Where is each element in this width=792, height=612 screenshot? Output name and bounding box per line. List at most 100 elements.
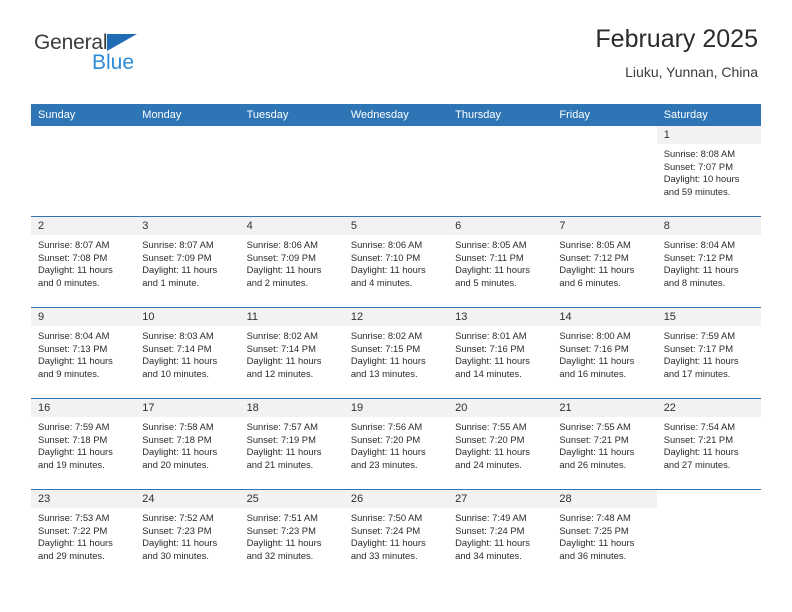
day-number: 16 <box>31 399 136 417</box>
day-number: 2 <box>31 217 136 235</box>
sunset-text: Sunset: 7:19 PM <box>246 433 316 445</box>
sunrise-text: Sunrise: 8:04 AM <box>663 239 736 250</box>
daylight-text-line2: and 16 minutes. <box>559 367 627 379</box>
day-cell-inner <box>657 490 761 580</box>
daylight-text-line2: and 20 minutes. <box>142 458 209 470</box>
weekday-header-sunday: Sunday <box>31 104 136 126</box>
calendar-day-cell[interactable]: 19 Sunrise: 7:56 AM Sunset: 7:20 PM Dayligh… <box>343 398 449 490</box>
daylight-text-line2: and 29 minutes. <box>38 549 105 561</box>
calendar-day-cell[interactable]: 25 Sunrise: 7:51 AM Sunset: 7:23 PM Dayligh… <box>239 489 344 580</box>
calendar-day-cell[interactable]: 2 Sunrise: 8:07 AM Sunset: 7:08 PM Daylight… <box>31 216 136 308</box>
day-number: 9 <box>31 308 136 326</box>
day-cell-inner: 16 Sunrise: 7:59 AM Sunset: 7:18 PM Dayligh… <box>31 399 136 489</box>
day-number: 19 <box>343 399 449 417</box>
day-number: 12 <box>343 308 449 326</box>
general-blue-logo[interactable]: General Blue <box>34 30 164 78</box>
calendar-day-cell[interactable]: 5 Sunrise: 8:06 AM Sunset: 7:10 PM Daylight… <box>343 216 449 308</box>
calendar-day-cell[interactable]: 20 Sunrise: 7:55 AM Sunset: 7:20 PM Dayligh… <box>448 398 553 490</box>
day-details: Sunrise: 7:56 AM Sunset: 7:20 PM Daylight:… <box>344 417 448 471</box>
day-details: Sunrise: 7:49 AM Sunset: 7:24 PM Daylight:… <box>448 508 552 562</box>
calendar-day-cell[interactable]: 26 Sunrise: 7:50 AM Sunset: 7:24 PM Dayligh… <box>343 489 449 580</box>
daylight-text-line1: Daylight: 11 hours <box>350 264 426 276</box>
calendar-day-cell[interactable]: 23 Sunrise: 7:53 AM Sunset: 7:22 PM Dayligh… <box>31 489 136 580</box>
calendar-day-cell[interactable]: 24 Sunrise: 7:52 AM Sunset: 7:23 PM Dayligh… <box>135 489 240 580</box>
calendar-day-cell[interactable]: 21 Sunrise: 7:55 AM Sunset: 7:21 PM Dayligh… <box>552 398 657 490</box>
calendar-day-cell[interactable]: 13 Sunrise: 8:01 AM Sunset: 7:16 PM Dayligh… <box>448 307 553 399</box>
page-header: General Blue February 2025 Liuku, Yunnan… <box>0 0 792 100</box>
calendar-day-cell[interactable]: 17 Sunrise: 7:58 AM Sunset: 7:18 PM Dayligh… <box>135 398 240 490</box>
daylight-text-line2: and 27 minutes. <box>663 458 731 470</box>
daylight-text-line1: Daylight: 11 hours <box>350 537 426 549</box>
day-number <box>448 126 552 144</box>
sunset-text: Sunset: 7:24 PM <box>350 524 421 536</box>
sunset-text: Sunset: 7:21 PM <box>663 433 733 445</box>
calendar-day-cell[interactable]: 12 Sunrise: 8:02 AM Sunset: 7:15 PM Dayligh… <box>343 307 449 399</box>
daylight-text-line2: and 34 minutes. <box>455 549 522 561</box>
sunrise-text: Sunrise: 8:06 AM <box>350 239 423 250</box>
daylight-text-line1: Daylight: 11 hours <box>142 264 218 276</box>
daylight-text-line2: and 32 minutes. <box>246 549 314 561</box>
weekday-header-row: Sunday Monday Tuesday Wednesday Thursday… <box>31 104 761 126</box>
day-number: 27 <box>448 490 553 508</box>
day-number: 1 <box>656 126 761 144</box>
daylight-text-line1: Daylight: 11 hours <box>38 446 113 458</box>
sunset-text: Sunset: 7:20 PM <box>455 433 525 445</box>
daylight-text-line2: and 30 minutes. <box>142 549 209 561</box>
sunrise-text: Sunrise: 8:08 AM <box>663 148 736 159</box>
sunrise-text: Sunrise: 8:06 AM <box>246 239 318 250</box>
daylight-text-line1: Daylight: 11 hours <box>663 264 739 276</box>
calendar-day-cell[interactable]: 6 Sunrise: 8:05 AM Sunset: 7:11 PM Daylight… <box>448 216 553 308</box>
daylight-text-line2: and 12 minutes. <box>246 367 314 379</box>
sunrise-text: Sunrise: 7:48 AM <box>559 512 631 523</box>
calendar-day-cell[interactable]: 27 Sunrise: 7:49 AM Sunset: 7:24 PM Dayligh… <box>448 489 553 580</box>
day-details: Sunrise: 8:06 AM Sunset: 7:09 PM Daylight:… <box>240 235 344 289</box>
daylight-text-line2: and 17 minutes. <box>663 367 731 379</box>
sunset-text: Sunset: 7:09 PM <box>142 251 212 263</box>
daylight-text-line1: Daylight: 11 hours <box>38 355 113 367</box>
calendar-day-cell[interactable]: 8 Sunrise: 8:04 AM Sunset: 7:12 PM Daylight… <box>656 216 761 308</box>
daylight-text-line2: and 10 minutes. <box>142 367 209 379</box>
calendar-day-cell[interactable]: 18 Sunrise: 7:57 AM Sunset: 7:19 PM Dayligh… <box>239 398 344 490</box>
day-details: Sunrise: 7:59 AM Sunset: 7:18 PM Daylight:… <box>31 417 135 471</box>
calendar-day-cell[interactable]: 4 Sunrise: 8:06 AM Sunset: 7:09 PM Daylight… <box>239 216 344 308</box>
sunrise-text: Sunrise: 8:02 AM <box>246 330 318 341</box>
day-number: 15 <box>656 308 761 326</box>
day-cell-inner <box>344 126 448 216</box>
daylight-text-line1: Daylight: 11 hours <box>455 446 530 458</box>
sunrise-text: Sunrise: 7:50 AM <box>350 512 423 523</box>
daylight-text-line2: and 0 minutes. <box>38 276 100 288</box>
sunset-text: Sunset: 7:14 PM <box>142 342 212 354</box>
day-details: Sunrise: 7:54 AM Sunset: 7:21 PM Daylight:… <box>657 417 761 471</box>
calendar-day-cell[interactable]: 28 Sunrise: 7:48 AM Sunset: 7:25 PM Dayligh… <box>552 489 657 580</box>
calendar-day-cell[interactable]: 11 Sunrise: 8:02 AM Sunset: 7:14 PM Dayligh… <box>239 307 344 399</box>
daylight-text-line2: and 21 minutes. <box>246 458 314 470</box>
calendar-day-cell[interactable]: 7 Sunrise: 8:05 AM Sunset: 7:12 PM Daylight… <box>552 216 657 308</box>
calendar-day-cell[interactable]: 15 Sunrise: 7:59 AM Sunset: 7:17 PM Dayligh… <box>656 307 761 399</box>
calendar-week-row: 2 Sunrise: 8:07 AM Sunset: 7:08 PM Daylight… <box>31 216 761 308</box>
daylight-text-line2: and 59 minutes. <box>663 185 731 197</box>
calendar-day-cell[interactable]: 9 Sunrise: 8:04 AM Sunset: 7:13 PM Daylight… <box>31 307 136 399</box>
daylight-text-line1: Daylight: 11 hours <box>663 355 739 367</box>
calendar-day-cell-empty <box>31 126 135 217</box>
calendar-day-cell[interactable]: 1 Sunrise: 8:08 AM Sunset: 7:07 PM Daylight… <box>656 126 761 217</box>
weekday-header-thursday: Thursday <box>448 104 553 126</box>
calendar-day-cell-empty <box>135 126 239 217</box>
day-details: Sunrise: 7:48 AM Sunset: 7:25 PM Daylight:… <box>552 508 656 562</box>
calendar-day-cell[interactable]: 14 Sunrise: 8:00 AM Sunset: 7:16 PM Dayligh… <box>552 307 657 399</box>
sunset-text: Sunset: 7:24 PM <box>455 524 525 536</box>
calendar-day-cell-empty <box>344 126 448 217</box>
day-cell-inner: 28 Sunrise: 7:48 AM Sunset: 7:25 PM Dayligh… <box>552 490 657 580</box>
day-details: Sunrise: 7:55 AM Sunset: 7:20 PM Daylight:… <box>448 417 552 471</box>
calendar-day-cell[interactable]: 16 Sunrise: 7:59 AM Sunset: 7:18 PM Dayligh… <box>31 398 136 490</box>
day-cell-inner: 11 Sunrise: 8:02 AM Sunset: 7:14 PM Dayligh… <box>239 308 344 398</box>
calendar-day-cell[interactable]: 10 Sunrise: 8:03 AM Sunset: 7:14 PM Dayligh… <box>135 307 240 399</box>
day-details: Sunrise: 8:01 AM Sunset: 7:16 PM Daylight:… <box>448 326 552 380</box>
day-number <box>31 126 135 144</box>
day-cell-inner: 24 Sunrise: 7:52 AM Sunset: 7:23 PM Dayligh… <box>135 490 240 580</box>
day-number: 3 <box>135 217 240 235</box>
logo-text-blue: Blue <box>92 51 135 74</box>
weekday-header-friday: Friday <box>552 104 657 126</box>
calendar-day-cell[interactable]: 3 Sunrise: 8:07 AM Sunset: 7:09 PM Daylight… <box>135 216 240 308</box>
calendar-day-cell[interactable]: 22 Sunrise: 7:54 AM Sunset: 7:21 PM Dayligh… <box>656 398 761 490</box>
calendar-week-row: 23 Sunrise: 7:53 AM Sunset: 7:22 PM Dayligh… <box>31 489 761 580</box>
